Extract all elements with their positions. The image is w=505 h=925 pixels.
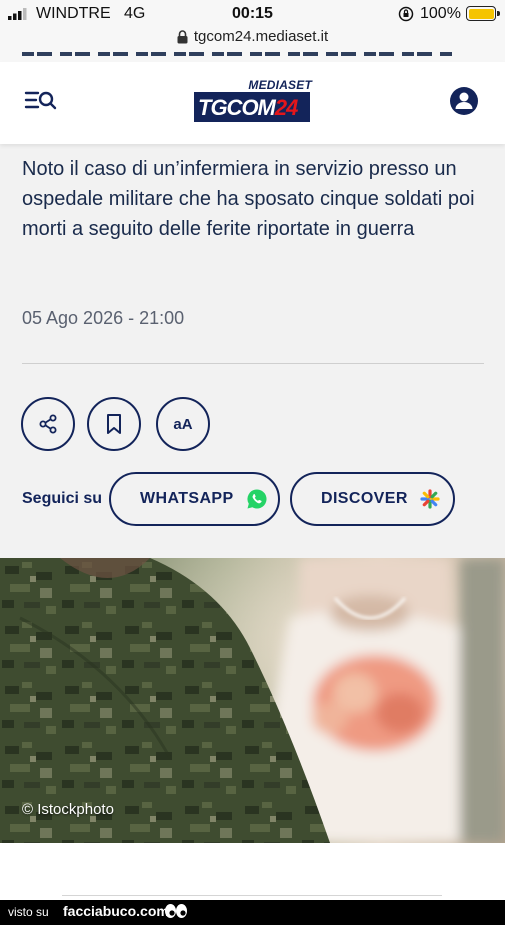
whatsapp-label: WHATSAPP [140, 490, 234, 507]
discover-label: DISCOVER [321, 490, 408, 507]
logo-24: 24 [274, 95, 299, 120]
article-photo: © Istockphoto [0, 558, 505, 843]
article-date: 05 Ago 2026 - 21:00 [22, 308, 185, 328]
status-bar: WINDTRE 4G 00:15 100% [0, 0, 505, 26]
bookmark-icon [107, 414, 121, 434]
share-button[interactable] [21, 397, 75, 451]
next-section [0, 843, 505, 900]
divider [22, 363, 484, 364]
discover-button[interactable]: DISCOVER [290, 472, 455, 526]
discover-icon [420, 489, 440, 509]
logo-mediaset: MEDIASET [248, 78, 312, 92]
font-size-button[interactable]: aA [156, 397, 210, 451]
battery-percent: 100% [420, 5, 461, 22]
next-section-divider [62, 895, 442, 896]
watermark-site: facciabuco.com [63, 903, 169, 919]
tgcom24-logo[interactable]: MEDIASET TGCOM24 [194, 78, 312, 124]
url-text: tgcom24.mediaset.it [193, 28, 329, 45]
whatsapp-button[interactable]: WHATSAPP [109, 472, 280, 526]
url-bar[interactable]: tgcom24.mediaset.it [0, 26, 505, 52]
follow-label: Seguici su [22, 490, 103, 507]
battery-icon [466, 6, 500, 21]
clipped-title-remnant [0, 52, 505, 62]
watermark-bar: visto su facciabuco.com [0, 900, 505, 925]
whatsapp-icon [247, 489, 267, 509]
article-headline: Noto il caso di un’infermiera in servizi… [22, 158, 475, 240]
menu-search-icon[interactable] [24, 88, 58, 114]
share-icon [39, 414, 57, 434]
eyes-icon [165, 904, 187, 918]
rotation-lock-icon [398, 6, 414, 22]
watermark-prefix: visto su [8, 905, 49, 919]
lock-icon [177, 29, 188, 43]
user-icon[interactable] [449, 86, 479, 116]
logo-tgcom: TGCOM [198, 95, 276, 120]
bookmark-button[interactable] [87, 397, 141, 451]
font-size-label: aA [173, 415, 193, 433]
site-header: MEDIASET TGCOM24 [0, 62, 505, 144]
photo-credit: © Istockphoto [22, 801, 114, 818]
